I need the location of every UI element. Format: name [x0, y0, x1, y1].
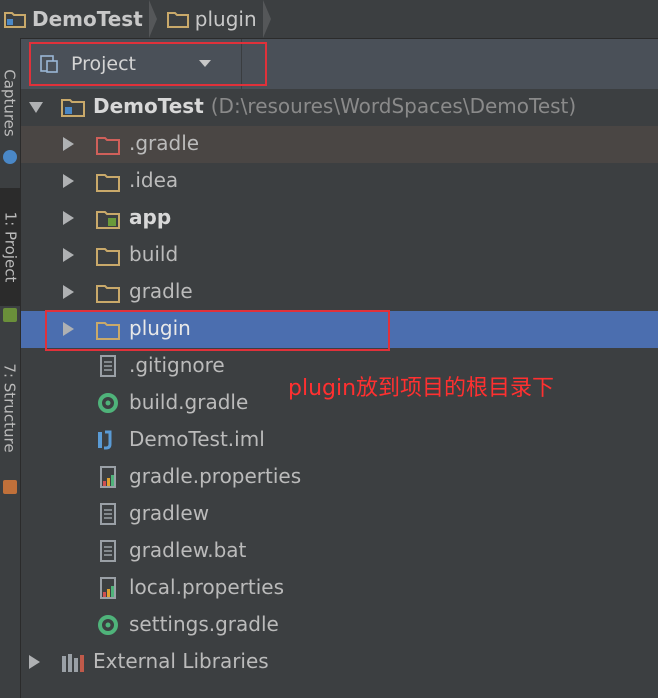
breadcrumb-separator — [262, 0, 271, 38]
tree-item-external-libraries[interactable]: External Libraries — [21, 644, 658, 681]
tree-item-local-properties[interactable]: local.properties — [21, 570, 658, 607]
tree-item-idea[interactable]: .idea — [21, 163, 658, 200]
project-panel-header: Project — [21, 39, 658, 89]
tree-item-gradle-cache[interactable]: .gradle — [21, 126, 658, 163]
chevron-down-icon — [199, 60, 211, 67]
tree-root-demotest[interactable]: DemoTest (D:\resoures\WordSpaces\DemoTes… — [21, 89, 658, 126]
gradle-file-icon — [98, 615, 118, 635]
expand-right-icon — [63, 211, 74, 225]
tree-item-settings-gradle[interactable]: settings.gradle — [21, 607, 658, 644]
folder-icon — [96, 248, 120, 266]
expand-down-icon — [29, 102, 43, 113]
breadcrumb-separator — [148, 0, 157, 38]
breadcrumb-item-plugin[interactable]: plugin — [163, 0, 277, 38]
tree-item-build[interactable]: build — [21, 237, 658, 274]
tree-item-gradle-properties[interactable]: gradle.properties — [21, 459, 658, 496]
folder-icon — [96, 174, 120, 192]
project-folder-icon — [61, 99, 85, 117]
tree-item-gradlew[interactable]: gradlew — [21, 496, 658, 533]
captures-icon — [3, 150, 17, 164]
captures-tab[interactable]: Captures — [0, 48, 20, 158]
text-file-icon — [100, 503, 116, 525]
tool-window-strip: Captures 1: Project 7: Structure — [0, 38, 21, 698]
iml-file-icon — [98, 430, 112, 450]
tree-item-demotest-iml[interactable]: DemoTest.iml — [21, 422, 658, 459]
breadcrumb: DemoTest plugin — [0, 0, 658, 39]
tree-item-gradlew-bat[interactable]: gradlew.bat — [21, 533, 658, 570]
expand-right-icon — [63, 137, 74, 151]
library-icon — [62, 654, 84, 672]
properties-file-icon — [100, 466, 116, 488]
excluded-folder-icon — [96, 137, 120, 155]
breadcrumb-item-demotest[interactable]: DemoTest — [0, 0, 163, 38]
breadcrumb-label: DemoTest — [32, 7, 143, 31]
tree-item-app[interactable]: app — [21, 200, 658, 237]
expand-right-icon — [63, 248, 74, 262]
project-tab-icon — [3, 308, 17, 322]
project-tab[interactable]: 1: Project — [0, 188, 20, 306]
gradle-file-icon — [98, 393, 118, 413]
project-folder-icon — [4, 12, 26, 28]
expand-right-icon — [63, 174, 74, 188]
structure-tab[interactable]: 7: Structure — [0, 338, 20, 478]
project-view-icon — [40, 55, 58, 73]
folder-icon — [166, 12, 189, 28]
folder-icon — [96, 285, 120, 303]
annotation-text: plugin放到项目的根目录下 — [288, 376, 555, 401]
structure-icon — [3, 480, 17, 494]
text-file-icon — [100, 540, 116, 562]
module-folder-icon — [96, 211, 120, 229]
tree-root-label: DemoTest (D:\resoures\WordSpaces\DemoTes… — [93, 94, 577, 118]
properties-file-icon — [100, 577, 116, 599]
project-view-selector[interactable]: Project — [29, 42, 267, 86]
text-file-icon — [100, 355, 116, 377]
breadcrumb-label: plugin — [194, 7, 257, 31]
tree-item-gradle[interactable]: gradle — [21, 274, 658, 311]
expand-right-icon — [29, 655, 40, 669]
expand-right-icon — [63, 285, 74, 299]
highlight-box — [45, 310, 390, 351]
